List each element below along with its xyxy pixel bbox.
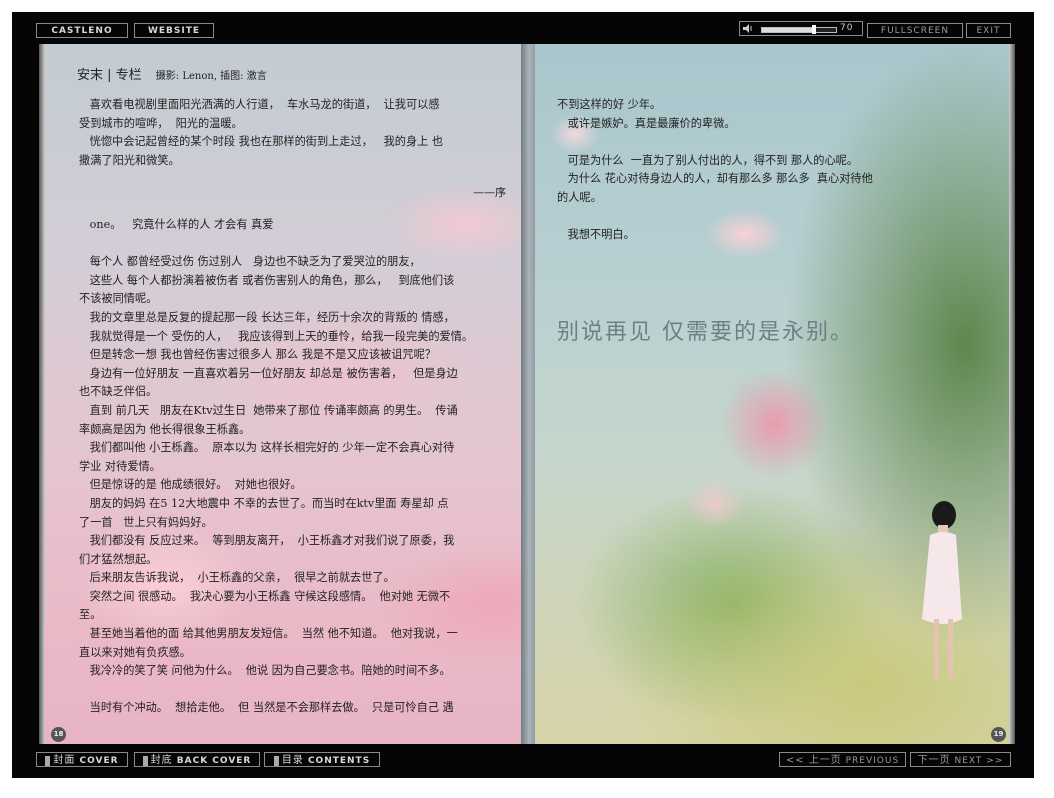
- volume-value: 70: [840, 23, 854, 33]
- right-page-line: 我想不明白。: [557, 228, 635, 242]
- article-line: [79, 235, 473, 254]
- contents-label-en: CONTENTS: [307, 756, 371, 766]
- back-cover-marker-icon: [142, 755, 148, 766]
- volume-slider[interactable]: [761, 25, 837, 34]
- right-page-line: 可是为什么 一直为了别人付出的人，得不到 那人的心呢。: [557, 153, 859, 167]
- reader-frame: CASTLENO WEBSITE 70 FULLSCREEN EXIT 安末 |…: [12, 12, 1034, 778]
- left-page[interactable]: 安末 | 专栏 摄影: Lenon, 插图: 激言 喜欢看电视剧里面阳光洒满的人…: [45, 44, 521, 744]
- article-line: 这些人 每个人都扮演着被伤者 或者伤害别人的角色，那么， 到底他们该: [79, 273, 455, 287]
- right-page-text: 不到这样的好 少年。 或许是嫉妒。真是最廉价的卑微。 可是为什么 一直为了别人付…: [557, 96, 873, 245]
- previous-label-en: PREVIOUS: [845, 756, 900, 766]
- magazine-spread: 安末 | 专栏 摄影: Lenon, 插图: 激言 喜欢看电视剧里面阳光洒满的人…: [45, 44, 1009, 744]
- previous-label-cn: << 上一页: [785, 755, 842, 766]
- right-page-line: 的人呢。: [557, 190, 602, 204]
- article-line: 们才猛然想起。: [79, 552, 158, 566]
- column-header: 安末 | 专栏 摄影: Lenon, 插图: 激言: [77, 64, 267, 83]
- article-line: 突然之间 很感动。 我决心要为小王栎鑫 守候这段感情。 他对她 无微不: [79, 589, 451, 603]
- article-line: 每个人 都曾经受过伤 伤过别人 身边也不缺乏为了爱哭泣的朋友，: [79, 255, 421, 269]
- article-line: one。 究竟什么样的人 才会有 真爱: [79, 218, 274, 231]
- contents-label-cn: 目录: [281, 755, 304, 766]
- article-line: 但是转念一想 我也曾经伤害过很多人 那么 我是不是又应该被诅咒呢？: [79, 348, 436, 362]
- article-line: 我的文章里总是反复的提起那一段 长达三年，经历十余次的背叛的 情感，: [79, 310, 455, 324]
- preface-sign: ——序: [473, 186, 506, 199]
- top-toolbar: CASTLENO WEBSITE 70 FULLSCREEN EXIT: [12, 12, 1034, 44]
- intro-line: 恍惚中会记起曾经的某个时段 我也在那样的街到上走过， 我的身上 也: [79, 135, 444, 149]
- column-credits: 摄影: Lenon, 插图: 激言: [155, 71, 267, 82]
- page-stack-right: [1009, 44, 1015, 744]
- intro-line: 喜欢看电视剧里面阳光洒满的人行道， 车水马龙的街道， 让我可以感: [79, 98, 440, 111]
- article-line: 了一首 世上只有妈妈好。: [79, 515, 213, 529]
- article-line: 但是惊讶的是 他成绩很好。 对她也很好。: [79, 478, 302, 492]
- article-line: 当时有个冲动。 想拾走他。 但 当然是不会那样去做。 只是可怜自己 遇: [79, 701, 454, 715]
- article-line: [79, 681, 473, 700]
- article-line: 我们都叫他 小王栎鑫。 原本以为 这样长相完好的 少年一定不会真心对待: [79, 441, 455, 455]
- right-page-line: 或许是嫉妒。真是最廉价的卑微。: [557, 116, 736, 130]
- article-line: 也不缺乏伴侣。: [79, 385, 158, 399]
- article-line: 身边有一位好朋友 一直喜欢着另一位好朋友 却总是 被伤害着， 但是身边: [79, 366, 458, 380]
- article-line: 直以来对她有负疚感。: [79, 645, 191, 659]
- website-button[interactable]: WEBSITE: [134, 23, 214, 38]
- pull-quote: 别说再见 仅需要的是永别。: [557, 320, 854, 345]
- column-title: 安末 | 专栏: [77, 68, 142, 83]
- next-button[interactable]: 下一页 NEXT >>: [910, 752, 1011, 767]
- page-number-left: 18: [51, 727, 66, 742]
- right-page-line: [557, 208, 873, 227]
- cover-label-cn: 封面: [53, 755, 76, 766]
- article-line: 学业 对待爱情。: [79, 459, 161, 473]
- right-page-line: 不到这样的好 少年。: [557, 98, 662, 111]
- cover-marker-icon: [45, 755, 51, 766]
- castleno-button[interactable]: CASTLENO: [36, 23, 128, 38]
- bottom-navigation: 封面 COVER 封底 BACK COVER 目录 CONTENTS << 上一…: [12, 744, 1034, 778]
- article-line: 后来朋友告诉我说， 小王栎鑫的父亲， 很早之前就去世了。: [79, 571, 395, 585]
- intro-text: 喜欢看电视剧里面阳光洒满的人行道， 车水马龙的街道， 让我可以感 受到城市的喧哗，…: [79, 96, 443, 170]
- right-page-line: 为什么 花心对待身边人的人，却有那么多 那么多 真心对待他: [557, 172, 873, 186]
- volume-fill: [762, 28, 814, 32]
- fullscreen-button[interactable]: FULLSCREEN: [867, 23, 963, 38]
- next-label-en: NEXT >>: [954, 756, 1004, 766]
- girl-photo-figure: [922, 501, 962, 679]
- article-line: 至。: [79, 608, 102, 622]
- back-cover-label-en: BACK COVER: [176, 756, 252, 766]
- right-page[interactable]: 不到这样的好 少年。 或许是嫉妒。真是最廉价的卑微。 可是为什么 一直为了别人付…: [535, 44, 1009, 744]
- cover-label-en: COVER: [79, 756, 119, 766]
- next-label-cn: 下一页: [917, 755, 951, 766]
- speaker-icon[interactable]: [743, 24, 753, 33]
- article-line: 我冷冷的笑了笑 问他为什么。 他说 因为自己要念书。陪她的时间不多。: [79, 664, 451, 678]
- page-number-right: 19: [991, 727, 1006, 742]
- intro-line: 撒满了阳光和微笑。: [79, 153, 180, 167]
- article-line: 我们都没有 反应过来。 等到朋友离开， 小王栎鑫才对我们说了原委，我: [79, 534, 455, 548]
- article-line: 甚至她当着他的面 给其他男朋友发短信。 当然 他不知道。 他对我说，一: [79, 627, 458, 641]
- contents-marker-icon: [273, 755, 279, 766]
- cover-button[interactable]: 封面 COVER: [36, 752, 128, 767]
- volume-control[interactable]: 70: [739, 21, 863, 36]
- article-line: 朋友的妈妈 在5 12大地震中 不幸的去世了。而当时在ktv里面 寿星却 点: [79, 496, 449, 510]
- previous-button[interactable]: << 上一页 PREVIOUS: [779, 752, 906, 767]
- exit-button[interactable]: EXIT: [966, 23, 1011, 38]
- right-page-line: [557, 133, 873, 152]
- article-body: one。 究竟什么样的人 才会有 真爱 每个人 都曾经受过伤 伤过别人 身边也不…: [79, 216, 473, 718]
- article-line: 不该被同情呢。: [79, 292, 158, 306]
- article-line: 直到 前几天 朋友在Ktv过生日 她带来了那位 传诵率颇高 的男生。 传诵: [79, 403, 458, 417]
- article-line: 我就觉得是一个 受伤的人， 我应该得到上天的垂怜，给我一段完美的爱情。: [79, 329, 474, 343]
- intro-line: 受到城市的喧哗， 阳光的温暖。: [79, 116, 243, 130]
- back-cover-button[interactable]: 封底 BACK COVER: [134, 752, 260, 767]
- volume-knob[interactable]: [811, 25, 816, 34]
- article-line: 率颇高是因为 他长得很象王栎鑫。: [79, 422, 251, 436]
- contents-button[interactable]: 目录 CONTENTS: [264, 752, 380, 767]
- back-cover-label-cn: 封底: [150, 755, 173, 766]
